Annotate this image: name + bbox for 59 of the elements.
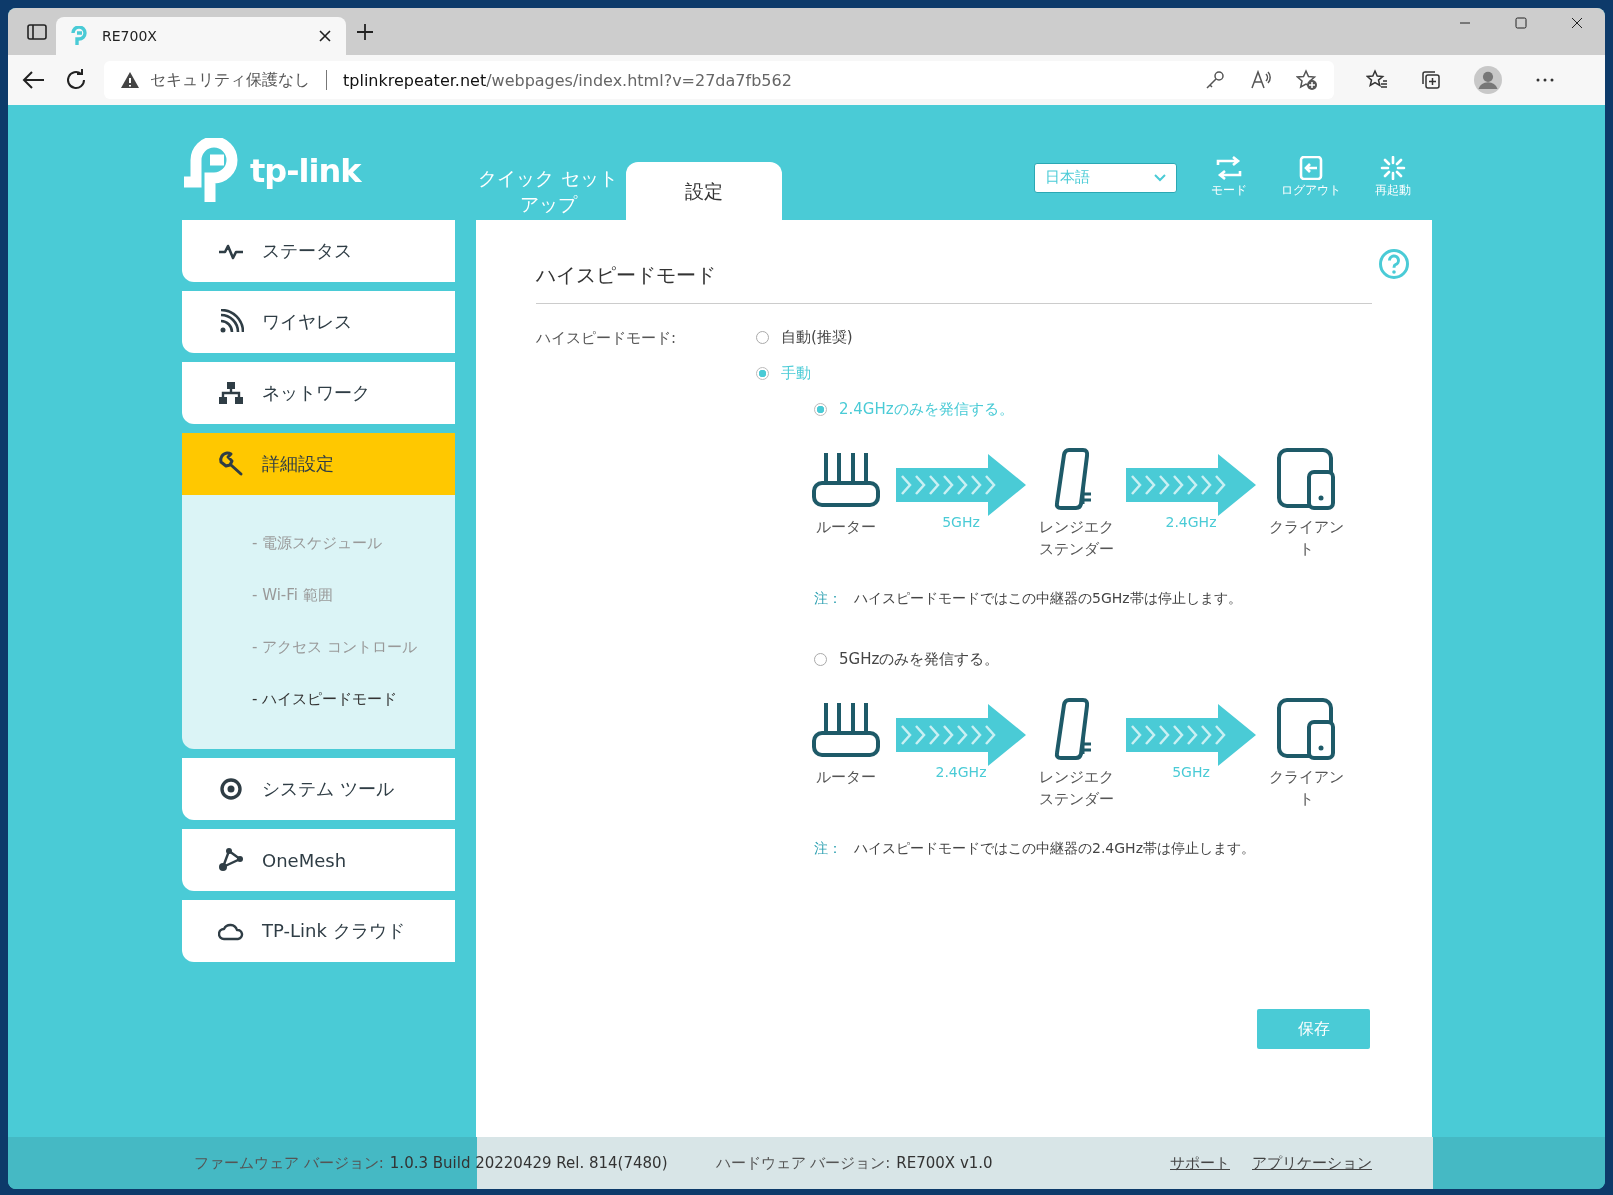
band-label: 2.4GHz <box>935 764 987 780</box>
device-label: クライアント <box>1267 767 1345 810</box>
browser-tab[interactable]: RE700X <box>56 17 346 55</box>
chevron-down-icon <box>1154 173 1166 182</box>
note-text: ハイスピードモードではこの中継器の5GHz帯は停止します。 <box>854 590 1242 608</box>
nav-tab[interactable]: 設定 <box>626 162 782 220</box>
tp-logo-icon <box>70 26 90 46</box>
hardware-label: ハードウェア バージョン: <box>715 1153 891 1173</box>
band-label: 5GHz <box>942 514 980 530</box>
device-label: クライアント <box>1267 517 1345 560</box>
sidebar-item[interactable]: OneMesh <box>182 829 455 891</box>
wrench-icon <box>218 451 244 477</box>
radio-option[interactable]: 5GHzのみを発信する。 <box>814 648 1000 670</box>
mesh-nodes-icon <box>218 847 244 873</box>
footer-link[interactable]: アプリケーション <box>1252 1153 1372 1173</box>
band-label: 5GHz <box>1172 764 1210 780</box>
page-title: ハイスピードモード <box>536 262 1372 304</box>
chevron-arrow-icon <box>1126 454 1256 516</box>
note-prefix: 注： <box>814 840 842 858</box>
burst-icon <box>1378 156 1408 180</box>
note-text: ハイスピードモードではこの中継器の2.4GHz帯は停止します。 <box>854 840 1255 858</box>
sidebar-item[interactable]: 詳細設定 <box>182 433 455 495</box>
security-label: セキュリティ保護なし <box>150 69 310 91</box>
address-bar[interactable]: セキュリティ保護なし tplinkrepeater.net/webpages/index.html?v=27da7fb562 <box>104 61 1334 99</box>
submenu-item[interactable]: - ハイスピードモード <box>182 673 455 725</box>
field-label: ハイスピードモード: <box>536 329 677 347</box>
favorites-icon[interactable] <box>1366 69 1388 91</box>
sidebar-item[interactable]: ワイヤレス <box>182 291 455 353</box>
chevron-arrow-icon <box>896 704 1026 766</box>
swap-arrows-icon <box>1214 156 1244 180</box>
url-text: tplinkrepeater.net/webpages/index.html?v=27da7fb562 <box>343 70 792 90</box>
warning-icon <box>120 71 140 89</box>
sidebar-item[interactable]: システム ツール <box>182 758 455 820</box>
band-label: 2.4GHz <box>1165 514 1217 530</box>
star-plus-icon[interactable] <box>1296 69 1318 91</box>
device-label: ルーター <box>815 767 877 788</box>
sidebar-item[interactable]: ネットワーク <box>182 362 455 424</box>
chevron-arrow-icon <box>896 454 1026 516</box>
sidebar-item[interactable]: ステータス <box>182 220 455 282</box>
hardware-version: RE700X v1.0 <box>896 1154 993 1172</box>
sidebar-item[interactable]: TP-Link クラウド <box>182 900 455 962</box>
logo-text: tp-link <box>250 151 361 190</box>
device-label: レンジエクステンダー <box>1037 517 1115 560</box>
key-icon[interactable] <box>1204 69 1226 91</box>
footer-link[interactable]: サポート <box>1170 1153 1230 1173</box>
firmware-label: ファームウェア バージョン: <box>194 1153 384 1173</box>
network-icon <box>218 380 244 406</box>
signal-icon <box>218 309 244 335</box>
radio-option[interactable]: 自動(推奨) <box>756 326 853 348</box>
close-icon[interactable] <box>318 29 332 43</box>
gear-icon <box>218 776 244 802</box>
read-aloud-icon[interactable] <box>1250 69 1272 91</box>
device-label: レンジエクステンダー <box>1037 767 1115 810</box>
device-label: ルーター <box>815 517 877 538</box>
note-prefix: 注： <box>814 590 842 608</box>
tab-title: RE700X <box>102 28 158 44</box>
collections-icon[interactable] <box>1420 69 1442 91</box>
profile-avatar-icon[interactable] <box>1474 66 1502 94</box>
chevron-arrow-icon <box>1126 704 1256 766</box>
